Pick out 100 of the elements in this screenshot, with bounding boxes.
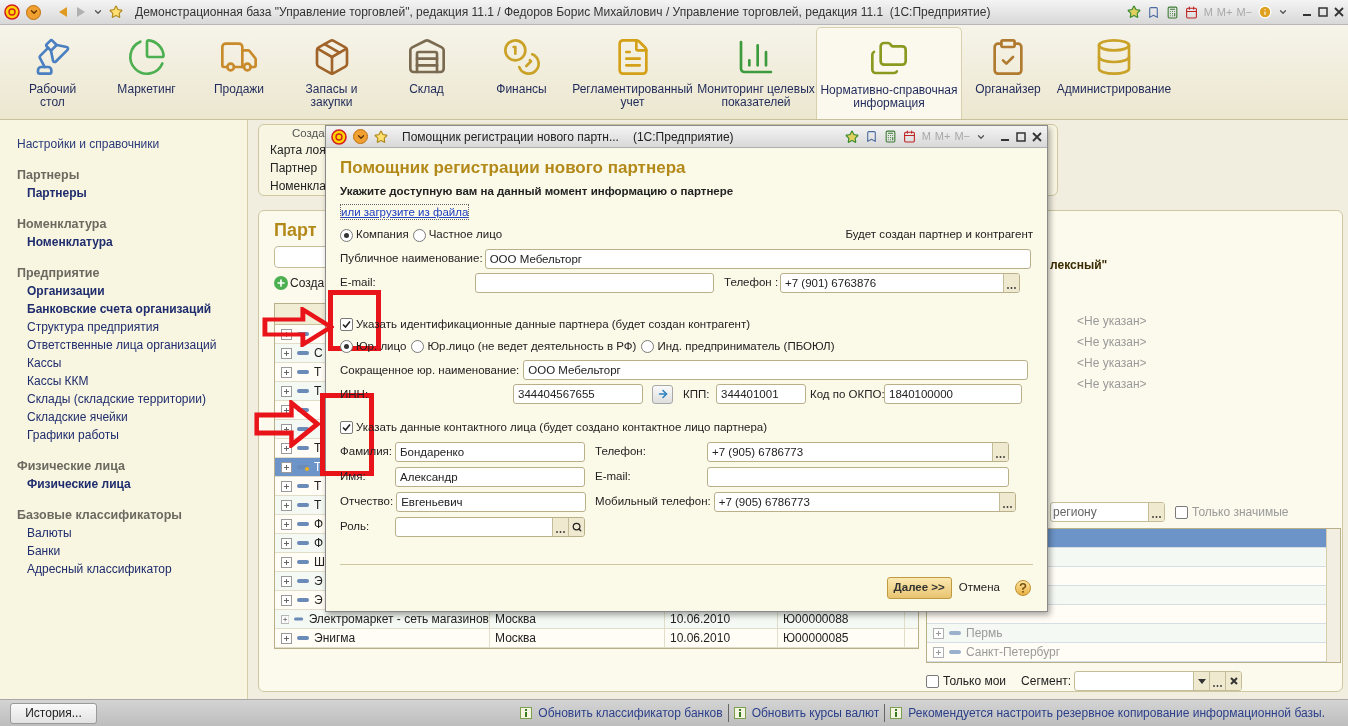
expand-icon[interactable]: [281, 480, 292, 492]
expand-icon[interactable]: [281, 366, 292, 378]
expand-icon[interactable]: [281, 556, 292, 568]
text-field[interactable]: +7 (901) 6763876: [780, 273, 1020, 293]
checkbox[interactable]: [340, 318, 353, 332]
expand-icon[interactable]: [281, 442, 292, 454]
choose-button[interactable]: [992, 442, 1008, 461]
expand-icon[interactable]: [281, 347, 292, 359]
section-tab[interactable]: Финансы: [474, 27, 569, 119]
choose-button[interactable]: [1209, 672, 1226, 690]
sidebar-item[interactable]: Структура предприятия: [17, 318, 247, 336]
text-field[interactable]: 344404567655: [513, 384, 643, 405]
logo-icon[interactable]: [4, 4, 20, 20]
section-tab[interactable]: Нормативно-справочная информация: [816, 27, 962, 119]
expand-icon[interactable]: [281, 499, 292, 511]
section-tab[interactable]: Регламентированный учет: [569, 27, 696, 119]
menu-button[interactable]: [26, 4, 41, 20]
choose-button[interactable]: [552, 517, 568, 536]
sidebar-item[interactable]: Банковские счета организаций: [17, 300, 247, 318]
text-field[interactable]: ООО Мебельторг: [484, 249, 1031, 269]
choose-button[interactable]: [1003, 274, 1019, 292]
notice-link[interactable]: Обновить классификатор банков: [538, 704, 723, 722]
expand-icon[interactable]: [281, 385, 292, 397]
sidebar-link[interactable]: Настройки и справочники: [17, 135, 247, 153]
sidebar-item[interactable]: Склады (складские территории): [17, 390, 247, 408]
expand-icon[interactable]: [281, 575, 292, 587]
next-button[interactable]: Далее >>: [886, 577, 952, 599]
clear-button[interactable]: [1225, 672, 1242, 690]
sidebar-item[interactable]: Графики работы: [17, 426, 247, 444]
expand-icon[interactable]: [281, 404, 292, 416]
expand-icon[interactable]: [281, 537, 292, 549]
notice-link[interactable]: Обновить курсы валют: [751, 704, 880, 722]
segment-field[interactable]: [1074, 671, 1243, 691]
sidebar-item[interactable]: Организации: [17, 282, 247, 300]
text-field[interactable]: Евгеньевич: [396, 491, 587, 512]
section-tab[interactable]: Продажи: [194, 27, 284, 119]
sidebar-item[interactable]: Кассы ККМ: [17, 372, 247, 390]
sidebar-item[interactable]: Физические лица: [17, 475, 247, 493]
checkbox[interactable]: [1175, 505, 1188, 519]
sidebar-item[interactable]: Банки: [17, 542, 247, 560]
section-tab[interactable]: Рабочий стол: [6, 27, 99, 119]
text-field[interactable]: 344401001: [716, 384, 806, 405]
load-link[interactable]: или загрузите из файла: [340, 204, 470, 220]
maximize-icon[interactable]: [1016, 131, 1026, 142]
radio-button[interactable]: [411, 340, 425, 354]
checkbox-label[interactable]: Только мои: [943, 672, 1007, 690]
sidebar-item[interactable]: Номенклатура: [17, 233, 247, 251]
history-button[interactable]: История...: [10, 702, 97, 724]
text-field[interactable]: ООО Мебельторг: [523, 360, 1029, 381]
create-button[interactable]: Созда: [274, 274, 325, 292]
radio-button[interactable]: [340, 340, 353, 354]
table-row[interactable]: Электромаркет - сеть магазинов Москва 10.06.2010 Ю00000088: [275, 610, 918, 629]
search-button[interactable]: [568, 517, 584, 536]
text-field[interactable]: +7 (905) 6786773: [713, 491, 1016, 512]
expand-icon[interactable]: [933, 627, 944, 639]
radio-label[interactable]: Компания: [356, 226, 409, 244]
sidebar-item[interactable]: Адресный классификатор: [17, 560, 247, 578]
section-tab[interactable]: Маркетинг: [99, 27, 194, 119]
expand-icon[interactable]: [281, 594, 292, 606]
radio-button[interactable]: [340, 228, 353, 242]
choose-button[interactable]: [998, 492, 1015, 511]
expand-icon[interactable]: [281, 461, 292, 473]
scrollbar[interactable]: [1326, 529, 1340, 662]
expand-icon[interactable]: [933, 646, 944, 658]
notice-link[interactable]: Рекомендуется настроить резервное копирование информационной базы.: [908, 704, 1325, 722]
menu-button[interactable]: [353, 129, 368, 144]
arrow-button[interactable]: [652, 384, 673, 404]
expand-icon[interactable]: [281, 613, 290, 625]
section-tab[interactable]: Склад: [379, 27, 474, 119]
text-field[interactable]: Бондаренко: [395, 441, 586, 462]
sidebar-item[interactable]: Валюты: [17, 524, 247, 542]
checkbox[interactable]: [926, 674, 939, 688]
maximize-icon[interactable]: [1318, 7, 1328, 17]
sidebar-item[interactable]: Складские ячейки: [17, 408, 247, 426]
logo-icon[interactable]: [331, 128, 347, 145]
radio-button[interactable]: [412, 228, 426, 242]
dropdown-button[interactable]: [1193, 672, 1210, 690]
text-field[interactable]: +7 (905) 6786773: [707, 441, 1009, 462]
section-tab[interactable]: Запасы и закупки: [284, 27, 379, 119]
close-icon[interactable]: [1032, 131, 1042, 142]
expand-icon[interactable]: [281, 518, 292, 530]
radio-label[interactable]: Частное лицо: [428, 226, 503, 244]
help-icon[interactable]: [1015, 580, 1031, 596]
expand-icon[interactable]: [281, 632, 292, 644]
text-field[interactable]: Александр: [395, 466, 585, 487]
table-row[interactable]: Энигма Москва 10.06.2010 Ю00000085: [275, 629, 918, 648]
sidebar-item[interactable]: Партнеры: [17, 184, 247, 202]
radio-label[interactable]: Юр.лицо (не ведет деятельность в РФ): [427, 338, 637, 356]
text-field[interactable]: [395, 516, 585, 537]
radio-label[interactable]: Инд. предприниматель (ПБОЮЛ): [657, 338, 835, 356]
close-icon[interactable]: [1334, 7, 1344, 17]
section-tab[interactable]: Мониторинг целевых показателей: [696, 27, 816, 119]
choose-button[interactable]: [1148, 503, 1164, 521]
text-field[interactable]: [707, 466, 1009, 487]
sidebar-item[interactable]: Кассы: [17, 354, 247, 372]
text-field[interactable]: 1840100000: [884, 384, 1022, 405]
sidebar-item[interactable]: Ответственные лица организаций: [17, 336, 247, 354]
section-tab[interactable]: Администрирование: [1054, 27, 1174, 119]
cancel-button[interactable]: Отмена: [958, 579, 1000, 597]
checkbox[interactable]: [340, 421, 353, 435]
